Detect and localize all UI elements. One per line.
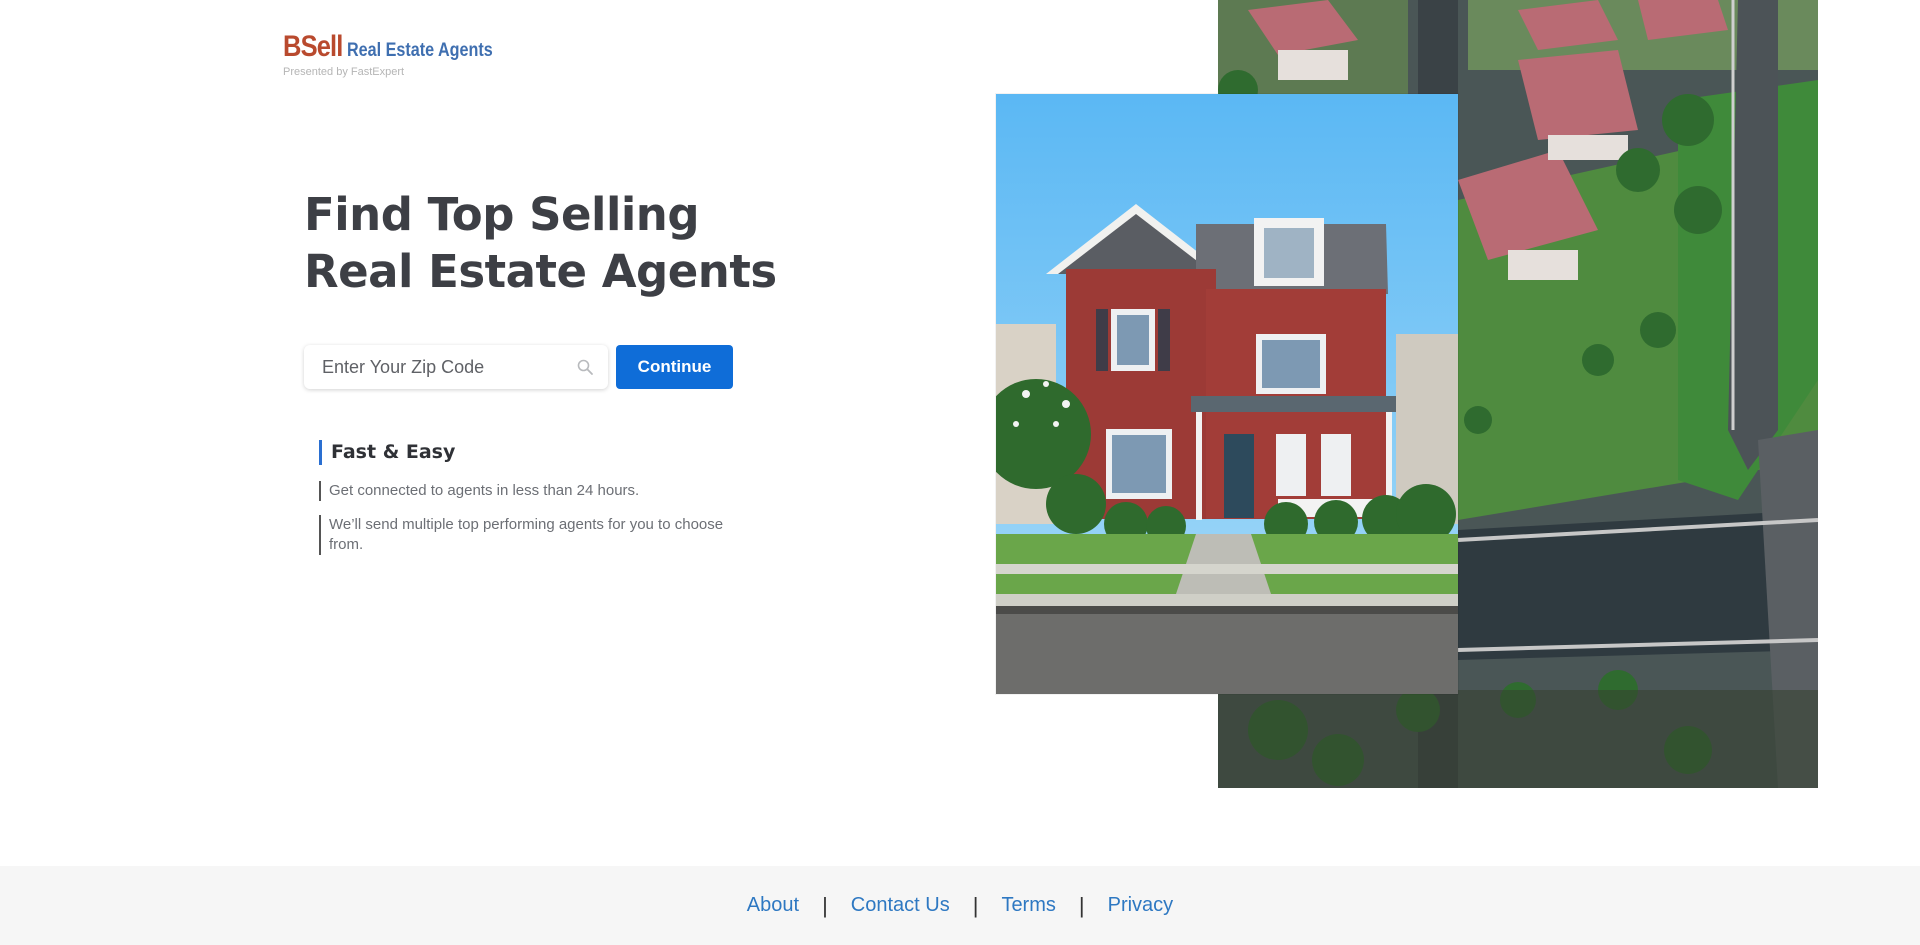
footer-separator: | [822, 892, 828, 918]
feature-item: We’ll send multiple top performing agent… [319, 515, 739, 555]
house-photo [996, 94, 1458, 694]
logo-wordmark: BSell Real Estate Agents [283, 30, 518, 64]
footer-link-privacy[interactable]: Privacy [1108, 894, 1174, 917]
site-logo[interactable]: BSell Real Estate Agents Presented by Fa… [283, 30, 518, 78]
headline-line-1: Find Top Selling [304, 188, 700, 241]
footer-link-terms[interactable]: Terms [1001, 894, 1055, 917]
logo-brand: BSell [283, 30, 343, 63]
zip-search-form: Continue [304, 345, 733, 389]
headline-line-2: Real Estate Agents [304, 245, 777, 298]
site-footer: About | Contact Us | Terms | Privacy [0, 866, 1920, 945]
footer-nav: About | Contact Us | Terms | Privacy [747, 893, 1173, 919]
footer-link-contact-us[interactable]: Contact Us [851, 894, 950, 917]
feature-item: Get connected to agents in less than 24 … [319, 481, 739, 501]
zip-code-input[interactable] [304, 345, 608, 389]
page: BSell Real Estate Agents Presented by Fa… [0, 0, 1920, 945]
footer-separator: | [1078, 892, 1085, 918]
search-icon [577, 359, 593, 375]
footer-separator: | [972, 892, 979, 918]
features-title: Fast & Easy [319, 440, 739, 465]
footer-link-about[interactable]: About [747, 894, 799, 917]
logo-tagline: Real Estate Agents [347, 40, 493, 61]
features-list: Fast & Easy Get connected to agents in l… [319, 440, 739, 555]
logo-presented-by: Presented by FastExpert [283, 66, 405, 78]
continue-button[interactable]: Continue [616, 345, 733, 389]
zip-field-wrapper [304, 345, 608, 389]
page-title: Find Top Selling Real Estate Agents [304, 186, 777, 300]
